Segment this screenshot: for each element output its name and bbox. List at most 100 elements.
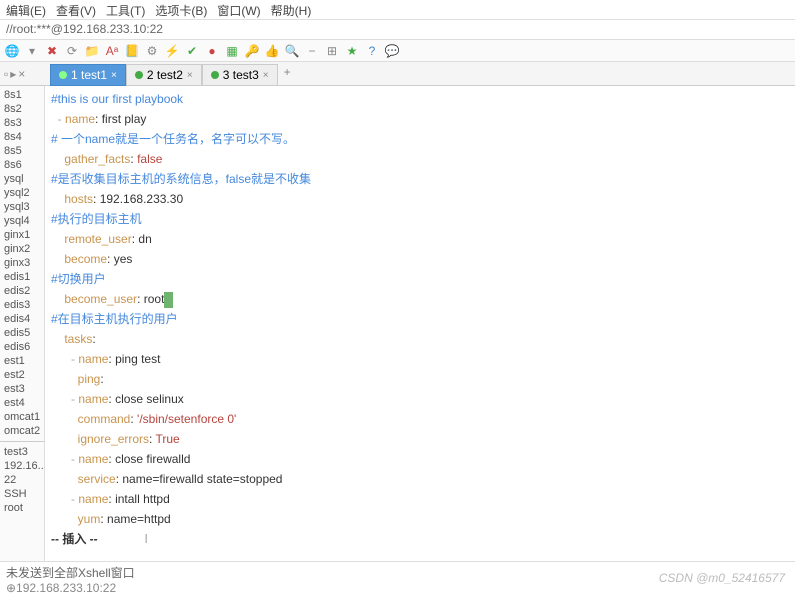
sidebar-item[interactable]: ysql2 [0,186,44,200]
dropdown-icon[interactable]: ▾ [24,43,40,59]
minus-icon[interactable]: − [304,43,320,59]
code-line: - name: intall httpd [51,489,789,509]
code-line: #执行的目标主机 [51,209,789,229]
key-icon[interactable]: 🔑 [244,43,260,59]
status-text: 未发送到全部Xshell窗口 [6,566,135,580]
cursor [164,292,173,308]
code-line: gather_facts: false [51,149,789,169]
check-icon[interactable]: ✔ [184,43,200,59]
code-line: service: name=firewalld state=stopped [51,469,789,489]
code-line: #this is our first playbook [51,89,789,109]
address-text: //root:***@192.168.233.10:22 [6,22,163,36]
sidebar-info: root [0,501,44,515]
sidebar-item[interactable]: ginx3 [0,256,44,270]
circle-icon[interactable]: ● [204,43,220,59]
star-icon[interactable]: ★ [344,43,360,59]
code-line: yum: name=httpd [51,509,789,529]
sidebar-item[interactable]: edis4 [0,312,44,326]
close-icon[interactable]: × [263,70,269,81]
sidebar-item[interactable]: ysql [0,172,44,186]
sidebar-item[interactable]: est3 [0,382,44,396]
sidebar-item[interactable]: edis6 [0,340,44,354]
sidebar-item[interactable]: est4 [0,396,44,410]
tab-test3[interactable]: 3 test3× [202,64,278,86]
sidebar-item[interactable]: 8s5 [0,144,44,158]
ledger-icon[interactable]: 📒 [124,43,140,59]
sidebar-info: 22 [0,473,44,487]
code-line: - name: close firewalld [51,449,789,469]
toolbar: 🌐▾✖⟳📁Aᵃ📒⚙⚡✔●▦🔑👍🔍−⊞★?💬 [0,40,795,62]
code-line: become_user: root [51,289,789,309]
sidebar-item[interactable]: omcat1 [0,410,44,424]
code-line: #切换用户 [51,269,789,289]
tab-test2[interactable]: 2 test2 × [126,64,202,86]
menu-item[interactable]: 窗口(W) [217,2,260,17]
search-icon[interactable]: 🔍 [284,43,300,59]
code-line: - name: first play [51,109,789,129]
sidebar-item[interactable]: 8s6 [0,158,44,172]
tab-test1[interactable]: 1 test1 × [50,64,126,86]
font-icon[interactable]: Aᵃ [104,43,120,59]
editor[interactable]: #this is our first playbook - name: firs… [45,86,795,561]
folder-icon[interactable]: 📁 [84,43,100,59]
sidebar-item[interactable]: edis5 [0,326,44,340]
help-icon[interactable]: ? [364,43,380,59]
sidebar-item[interactable]: 8s2 [0,102,44,116]
grid-icon[interactable]: ⊞ [324,43,340,59]
menu-item[interactable]: 选项卡(B) [155,2,207,17]
code-line: hosts: 192.168.233.30 [51,189,789,209]
sidebar-item[interactable]: ysql4 [0,214,44,228]
sidebar-item[interactable]: ginx2 [0,242,44,256]
bolt-icon[interactable]: ⚡ [164,43,180,59]
x-icon[interactable]: ✖ [44,43,60,59]
chat-icon[interactable]: 💬 [384,43,400,59]
tab-num: 1 test1 [71,68,107,82]
status-dot-icon [135,71,143,79]
sidebar-item[interactable]: edis2 [0,284,44,298]
code-line: remote_user: dn [51,229,789,249]
menu-item[interactable]: 编辑(E) [6,2,46,17]
code-line: tasks: [51,329,789,349]
sidebar-item[interactable]: est1 [0,354,44,368]
sidebar-item[interactable]: ysql3 [0,200,44,214]
code-line: #在目标主机执行的用户 [51,309,789,329]
sidebar-item[interactable]: 8s1 [0,88,44,102]
menu-item[interactable]: 工具(T) [106,2,145,17]
sidebar-item[interactable]: edis3 [0,298,44,312]
tab-lead: ▫▸× [0,62,50,85]
add-tab-button[interactable]: + [278,62,297,85]
close-icon[interactable]: × [187,70,193,81]
sidebar-item[interactable]: ginx1 [0,228,44,242]
sidebar-item[interactable]: omcat2 [0,424,44,438]
squares-icon[interactable]: ▦ [224,43,240,59]
refresh-icon[interactable]: ⟳ [64,43,80,59]
code-line: ignore_errors: True [51,429,789,449]
sidebar-item[interactable]: est2 [0,368,44,382]
address-bar: //root:***@192.168.233.10:22 [0,20,795,40]
code-line: #是否收集目标主机的系统信息，false就是不收集 [51,169,789,189]
globe-icon[interactable]: 🌐 [4,43,20,59]
sidebar-item[interactable]: 8s4 [0,130,44,144]
square-icon: ▫ [4,67,8,81]
arrow-icon: ▸ [10,67,16,81]
gear-icon[interactable]: ⚙ [144,43,160,59]
menu-item[interactable]: 查看(V) [56,2,96,17]
thumb-icon[interactable]: 👍 [264,43,280,59]
tab-num: 2 test2 [147,68,183,82]
code-line: - name: ping test [51,349,789,369]
code-line: become: yes [51,249,789,269]
watermark: CSDN @m0_52416577 [659,569,785,585]
watermark-text: CSDN @m0_52416577 [659,571,785,585]
code-line: command: '/sbin/setenforce 0' [51,409,789,429]
code-line: - name: close selinux [51,389,789,409]
status-dot-icon [211,71,219,79]
ip-text: ⊕192.168.233.10:22 [6,581,116,595]
close-icon[interactable]: × [111,70,117,81]
sidebar-info: 192.16... [0,459,44,473]
sidebar-item[interactable]: edis1 [0,270,44,284]
close-icon[interactable]: × [18,67,25,81]
status-dot-icon [59,71,67,79]
menu-item[interactable]: 帮助(H) [271,2,312,17]
sidebar-item[interactable]: 8s3 [0,116,44,130]
menu-bar: 编辑(E) 查看(V) 工具(T) 选项卡(B) 窗口(W) 帮助(H) [0,0,795,20]
